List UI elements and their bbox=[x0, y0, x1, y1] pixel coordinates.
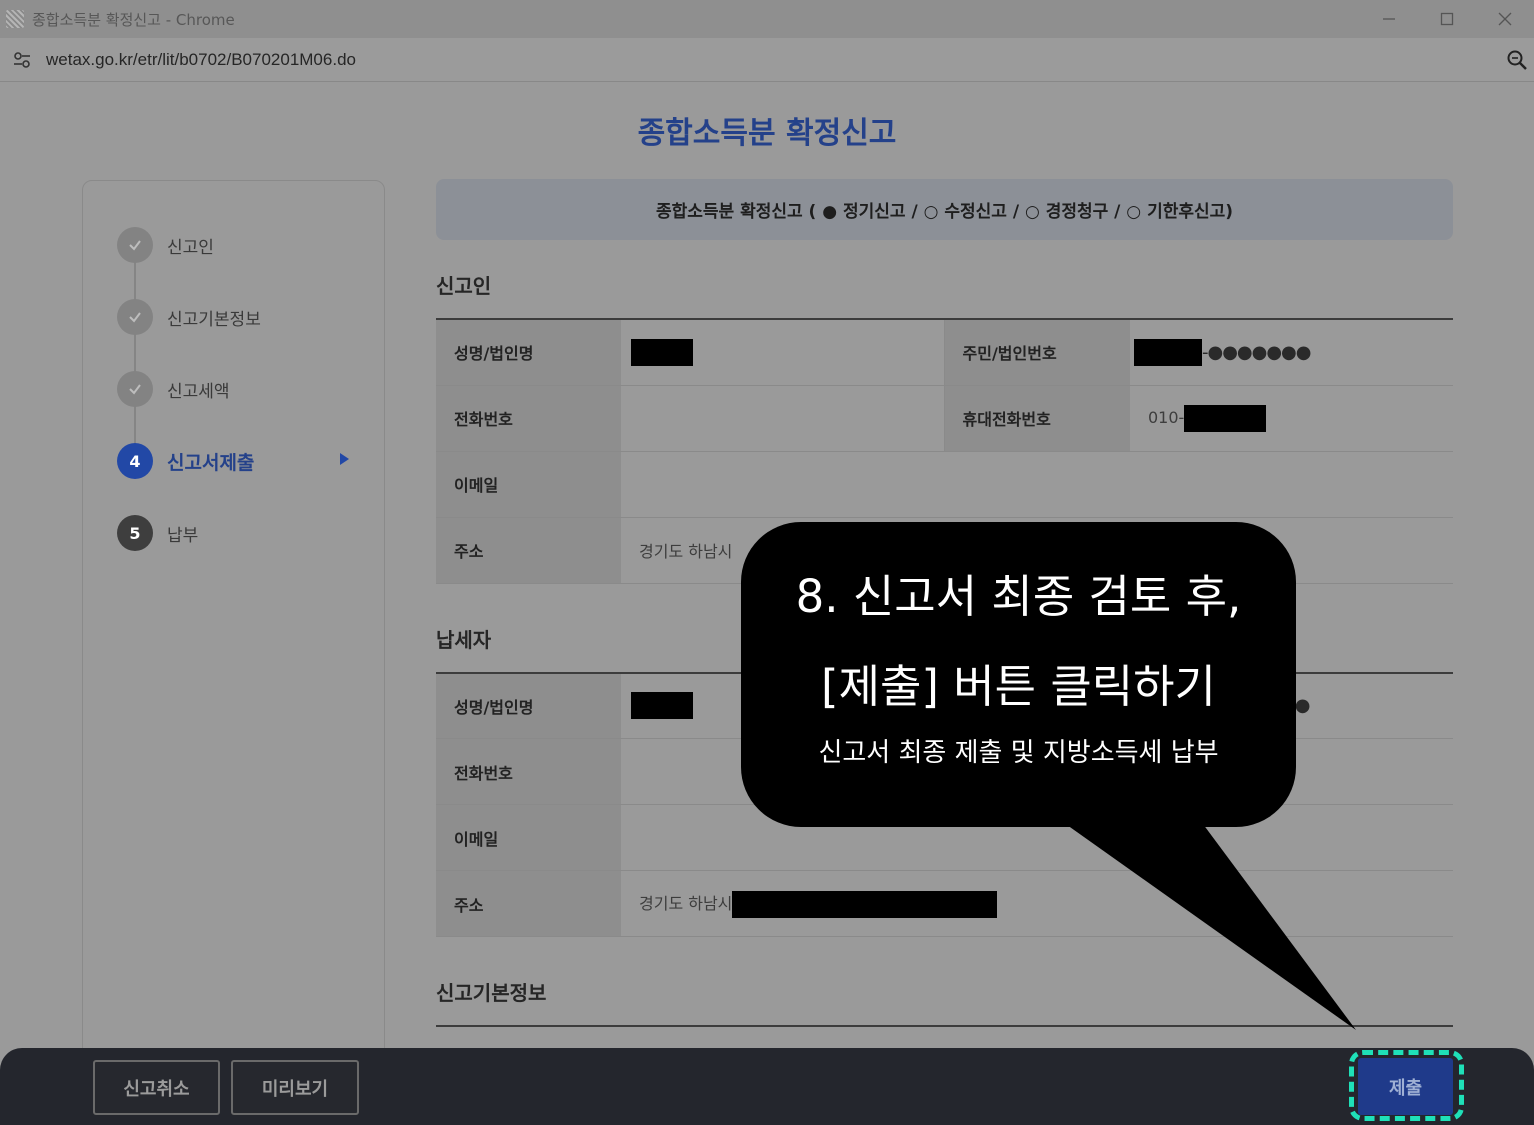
email-label: 이메일 bbox=[436, 804, 621, 871]
step-label: 신고인 bbox=[167, 237, 214, 258]
zoom-icon[interactable] bbox=[1506, 49, 1528, 71]
page-title: 종합소득분 확정신고 bbox=[637, 116, 897, 151]
minimize-icon[interactable] bbox=[1360, 0, 1418, 38]
site-favicon-icon bbox=[6, 10, 24, 28]
redacted-block bbox=[1134, 338, 1202, 366]
step-label: 신고서제출 bbox=[167, 451, 255, 474]
redacted-block bbox=[732, 890, 998, 918]
step-sidebar: 신고인 신고기본정보 신고세액 4 신고서제출 5 납부 bbox=[82, 180, 385, 1060]
mobile-prefix: 010- bbox=[1148, 407, 1185, 427]
step-basic-info[interactable]: 신고기본정보 bbox=[117, 299, 261, 335]
window-title: 종합소득분 확정신고 - Chrome bbox=[32, 10, 235, 29]
preview-button[interactable]: 미리보기 bbox=[231, 1060, 359, 1115]
phone-label: 전화번호 bbox=[436, 738, 621, 805]
redacted-block bbox=[631, 692, 693, 720]
address-label: 주소 bbox=[436, 870, 621, 937]
address-bar: wetax.go.kr/etr/lit/b0702/B070201M06.do bbox=[0, 38, 1534, 82]
check-icon bbox=[117, 299, 153, 335]
current-step-arrow-icon bbox=[340, 453, 349, 465]
step-connector bbox=[134, 247, 136, 467]
id-value: -●●●●●●● bbox=[1130, 319, 1453, 386]
step-submit-report[interactable]: 4 신고서제출 bbox=[117, 443, 254, 479]
tutorial-callout: 8. 신고서 최종 검토 후, [제출] 버튼 클릭하기 신고서 최종 제출 및… bbox=[741, 522, 1296, 827]
report-type-banner: 종합소득분 확정신고 ( ● 정기신고 / ○ 수정신고 / ○ 경정청구 / … bbox=[436, 179, 1453, 240]
email-label: 이메일 bbox=[436, 451, 621, 518]
table-row: 이메일 bbox=[436, 451, 1453, 518]
callout-line-2: [제출] 버튼 클릭하기 bbox=[821, 660, 1216, 713]
name-label: 성명/법인명 bbox=[436, 672, 621, 739]
close-icon[interactable] bbox=[1476, 0, 1534, 38]
step-tax-amount[interactable]: 신고세액 bbox=[117, 371, 230, 407]
mobile-value: 010- bbox=[1130, 385, 1453, 452]
section-title-filer: 신고인 bbox=[436, 274, 492, 298]
table-row: 주소 경기도 하남시 bbox=[436, 870, 1453, 937]
site-settings-icon[interactable] bbox=[12, 50, 32, 70]
section-title-basic-info: 신고기본정보 bbox=[436, 981, 547, 1005]
step-payment[interactable]: 5 납부 bbox=[117, 515, 198, 551]
table-row: 전화번호 휴대전화번호 010- bbox=[436, 385, 1453, 452]
check-icon bbox=[117, 227, 153, 263]
cancel-report-button[interactable]: 신고취소 bbox=[93, 1060, 220, 1115]
step-number: 4 bbox=[117, 443, 153, 479]
basic-info-table-top bbox=[436, 1025, 1453, 1027]
address-label: 주소 bbox=[436, 517, 621, 584]
phone-label: 전화번호 bbox=[436, 385, 621, 452]
mobile-label: 휴대전화번호 bbox=[943, 385, 1130, 452]
id-masked: -●●●●●●● bbox=[1202, 341, 1311, 363]
address-value: 경기도 하남시 bbox=[621, 870, 1453, 937]
id-label: 주민/법인번호 bbox=[943, 319, 1130, 386]
phone-value bbox=[621, 385, 944, 452]
name-value bbox=[621, 319, 944, 386]
check-icon bbox=[117, 371, 153, 407]
callout-subtitle: 신고서 최종 제출 및 지방소득세 납부 bbox=[818, 738, 1219, 768]
table-row: 성명/법인명 주민/법인번호 -●●●●●●● bbox=[436, 319, 1453, 386]
submit-button[interactable]: 제출 bbox=[1358, 1058, 1453, 1115]
name-label: 성명/법인명 bbox=[436, 319, 621, 386]
callout-line-1: 8. 신고서 최종 검토 후, bbox=[795, 570, 1242, 623]
step-label: 신고세액 bbox=[167, 381, 230, 402]
window-titlebar: 종합소득분 확정신고 - Chrome bbox=[0, 0, 1534, 38]
url-text[interactable]: wetax.go.kr/etr/lit/b0702/B070201M06.do bbox=[46, 50, 356, 70]
step-filer[interactable]: 신고인 bbox=[117, 227, 214, 263]
action-bar: 신고취소 미리보기 bbox=[0, 1048, 1534, 1125]
step-label: 신고기본정보 bbox=[167, 309, 261, 330]
redacted-block bbox=[1184, 404, 1267, 432]
address-text: 경기도 하남시 bbox=[639, 893, 733, 913]
email-value bbox=[621, 451, 1453, 518]
step-number: 5 bbox=[117, 515, 153, 551]
redacted-block bbox=[631, 338, 693, 366]
step-label: 납부 bbox=[167, 525, 199, 546]
maximize-icon[interactable] bbox=[1418, 0, 1476, 38]
